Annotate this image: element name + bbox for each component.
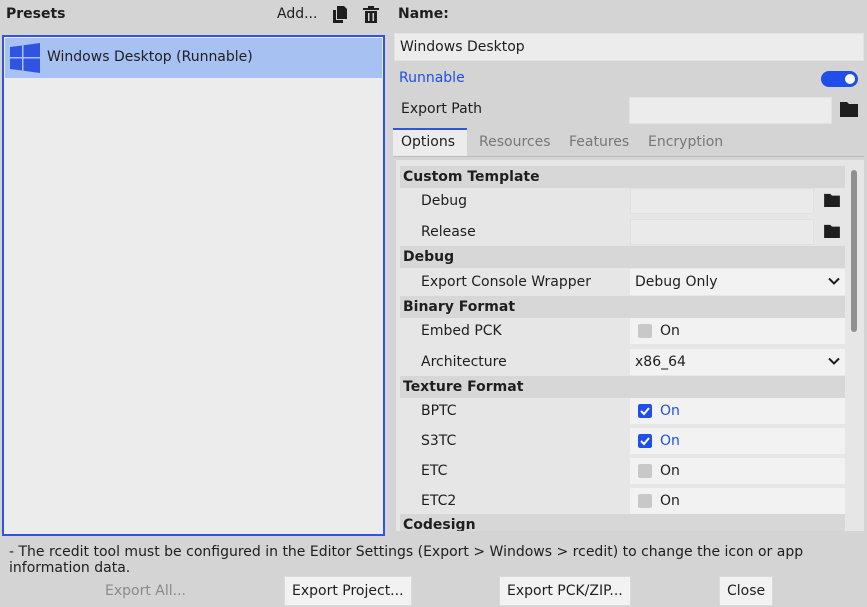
section-codesign: Codesign [400, 514, 845, 531]
option-label: Debug [421, 193, 468, 209]
options-panel: Custom Template Debug Release Debug Expo… [396, 160, 864, 531]
option-label: ETC2 [421, 493, 457, 509]
embed-pck-checkbox[interactable]: On [630, 318, 845, 344]
tab-resources[interactable]: Resources [471, 128, 559, 156]
preset-list[interactable]: Windows Desktop (Runnable) [2, 35, 385, 536]
checkbox-unchecked-icon [638, 324, 652, 338]
select-value: Debug Only [635, 274, 718, 290]
tab-options[interactable]: Options [393, 128, 467, 156]
rcedit-hint: - The rcedit tool must be configured in … [9, 544, 804, 576]
checkbox-checked-icon [638, 434, 652, 448]
section-debug: Debug [400, 246, 845, 268]
export-pck-zip-button[interactable]: Export PCK/ZIP... [499, 576, 631, 606]
checkbox-unchecked-icon [638, 494, 652, 508]
release-template-field[interactable] [630, 219, 814, 245]
checkbox-state-label: On [660, 323, 680, 339]
section-binary-format: Binary Format [400, 296, 845, 318]
section-custom-template: Custom Template [400, 166, 845, 188]
etc-checkbox[interactable]: On [630, 458, 845, 484]
select-value: x86_64 [635, 354, 686, 370]
name-field[interactable]: Windows Desktop [394, 33, 864, 61]
option-label: Release [421, 224, 476, 240]
preset-label: Windows Desktop (Runnable) [47, 49, 253, 65]
options-scrollbar[interactable] [851, 170, 857, 332]
export-project-button[interactable]: Export Project... [284, 576, 412, 606]
checkbox-state-label: On [660, 493, 680, 509]
option-row-etc2: ETC2 On [400, 486, 845, 516]
close-button[interactable]: Close [719, 576, 774, 606]
export-path-label: Export Path [401, 101, 483, 117]
checkbox-state-label: On [660, 403, 680, 419]
toggle-knob [845, 74, 855, 84]
runnable-label: Runnable [399, 70, 465, 86]
checkbox-state-label: On [660, 463, 680, 479]
delete-icon[interactable] [363, 6, 379, 23]
folder-icon[interactable] [840, 101, 858, 117]
duplicate-icon[interactable] [333, 6, 347, 23]
export-all-button[interactable]: Export All... [97, 576, 194, 606]
option-row-release-template: Release [400, 217, 845, 247]
option-row-console-wrapper: Export Console Wrapper Debug Only [400, 267, 845, 297]
option-label: Architecture [421, 354, 507, 370]
tab-features[interactable]: Features [561, 128, 637, 156]
runnable-toggle[interactable] [821, 71, 858, 87]
folder-icon[interactable] [824, 224, 840, 238]
architecture-select[interactable]: x86_64 [630, 349, 845, 375]
tab-bar: Options Resources Features Encryption [393, 128, 864, 156]
folder-icon[interactable] [824, 193, 840, 207]
name-label: Name: [398, 6, 449, 22]
chevron-down-icon [828, 357, 840, 365]
chevron-down-icon [828, 277, 840, 285]
option-label: Export Console Wrapper [421, 274, 591, 290]
checkbox-unchecked-icon [638, 464, 652, 478]
option-label: Embed PCK [421, 323, 502, 339]
etc2-checkbox[interactable]: On [630, 488, 845, 514]
windows-icon [10, 43, 40, 73]
tab-encryption[interactable]: Encryption [640, 128, 731, 156]
option-label: ETC [421, 463, 448, 479]
option-row-debug-template: Debug [400, 186, 845, 216]
debug-template-field[interactable] [630, 188, 814, 214]
option-row-s3tc: S3TC On [400, 426, 845, 456]
option-row-etc: ETC On [400, 456, 845, 486]
tab-divider [393, 156, 864, 157]
s3tc-checkbox[interactable]: On [630, 428, 845, 454]
option-row-bptc: BPTC On [400, 396, 845, 426]
console-wrapper-select[interactable]: Debug Only [630, 269, 845, 295]
section-texture-format: Texture Format [400, 376, 845, 398]
checkbox-state-label: On [660, 433, 680, 449]
option-label: S3TC [421, 433, 457, 449]
option-row-architecture: Architecture x86_64 [400, 347, 845, 377]
presets-title: Presets [6, 6, 66, 22]
preset-item[interactable]: Windows Desktop (Runnable) [5, 38, 382, 78]
checkbox-checked-icon [638, 404, 652, 418]
bptc-checkbox[interactable]: On [630, 398, 845, 424]
add-preset-button[interactable]: Add... [277, 6, 317, 22]
export-path-field[interactable] [629, 97, 832, 124]
option-row-embed-pck: Embed PCK On [400, 316, 845, 346]
option-label: BPTC [421, 403, 457, 419]
